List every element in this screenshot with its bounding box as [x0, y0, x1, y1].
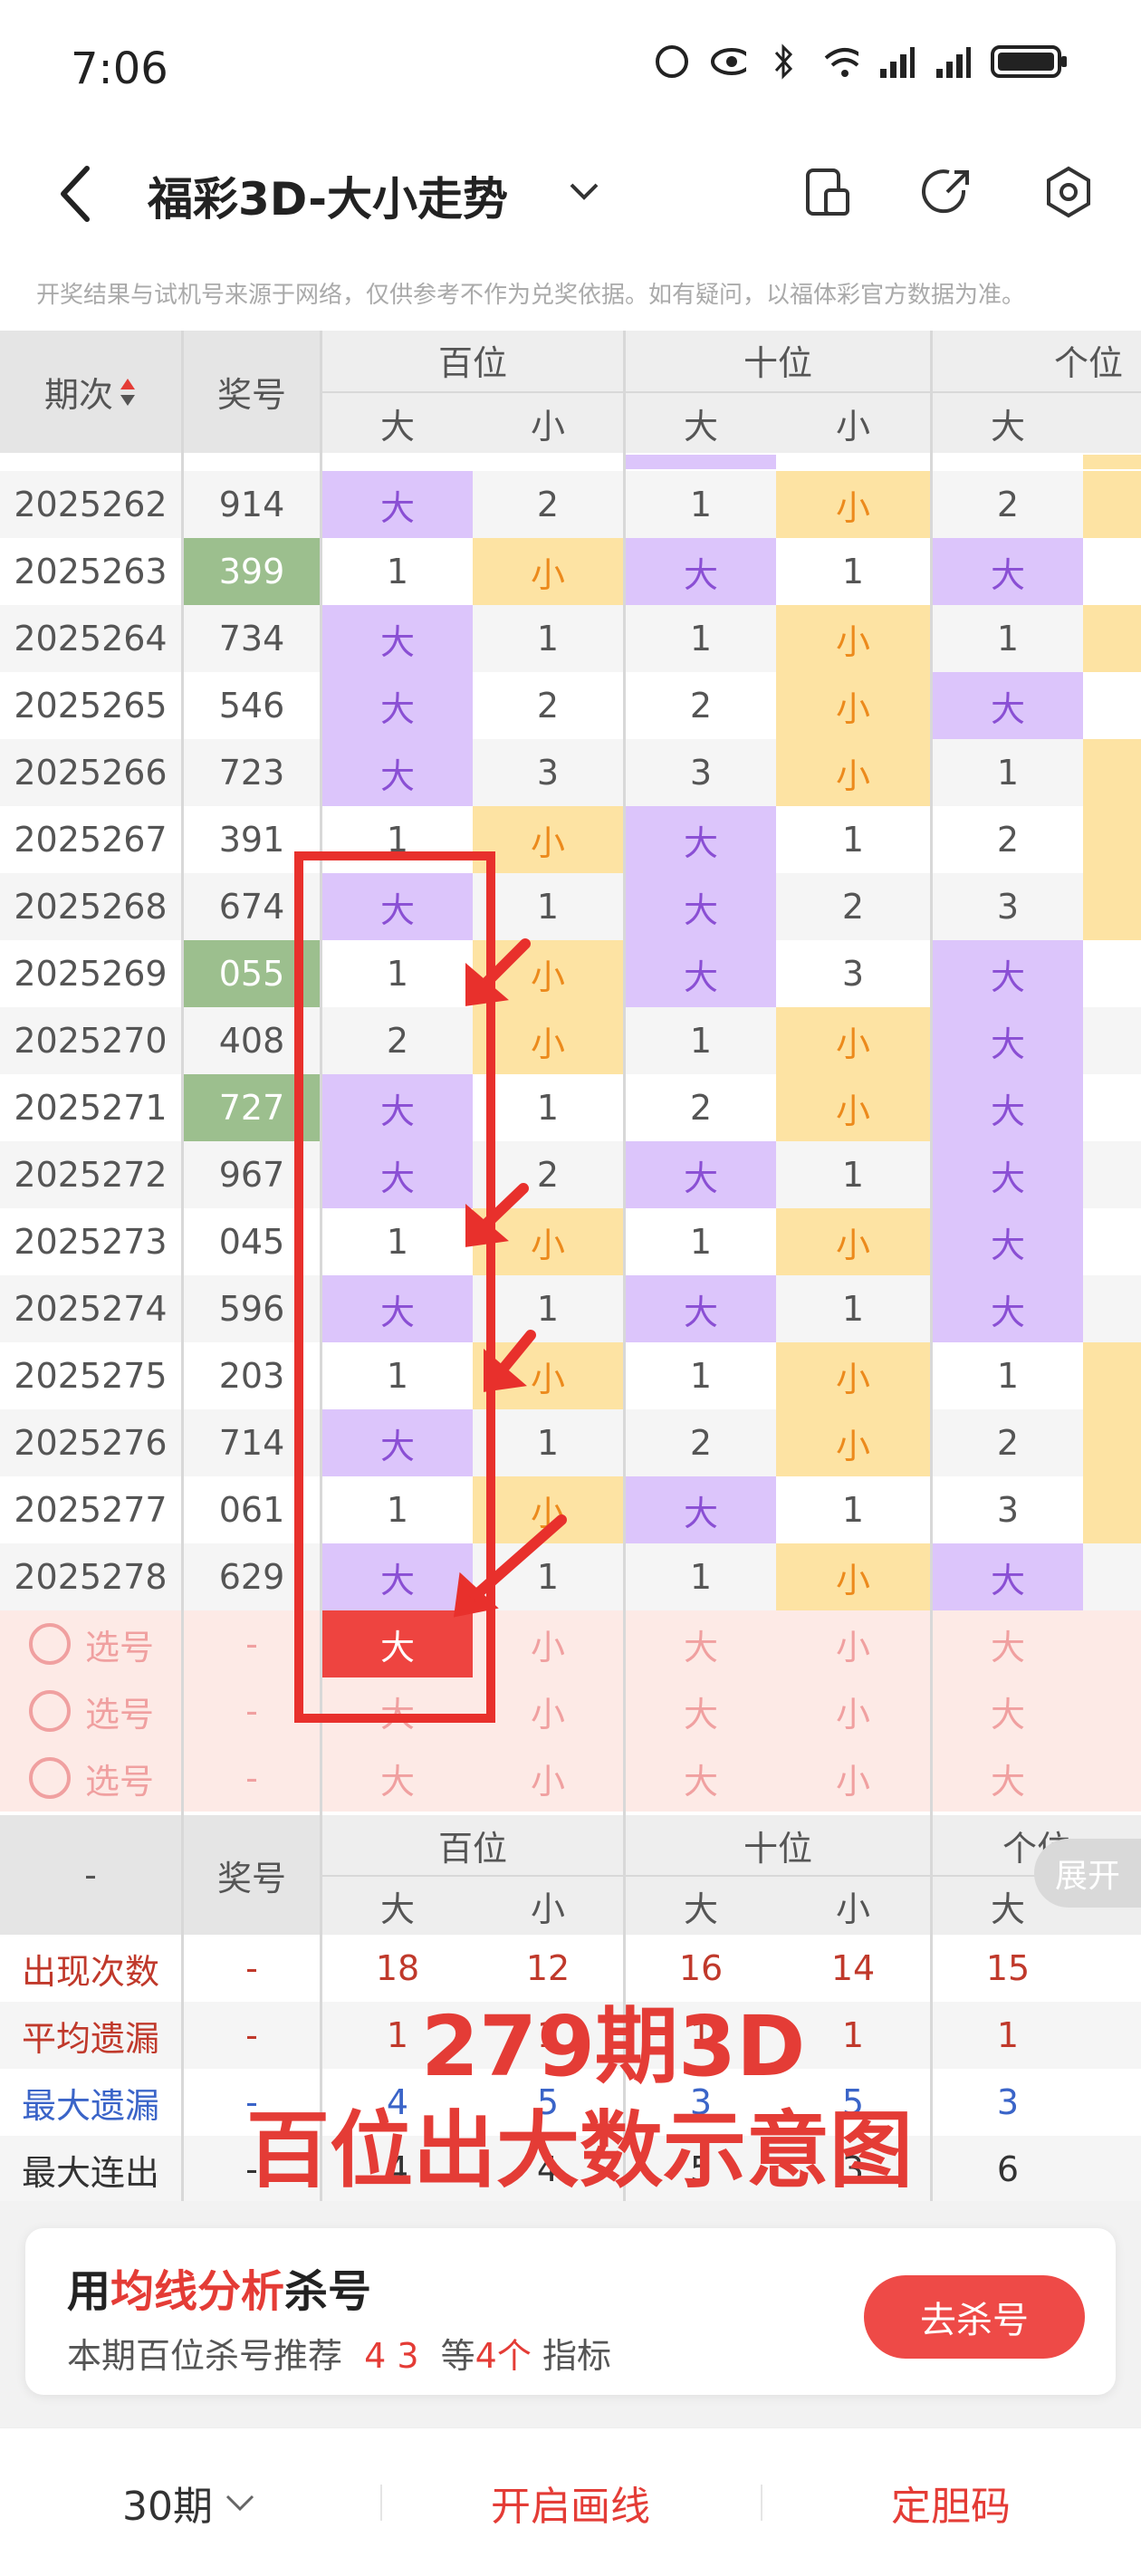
- kill-number-button[interactable]: 去杀号: [864, 2275, 1085, 2359]
- card-subtitle: 本期百位杀号推荐 4 3 等4个 指标: [67, 2328, 611, 2378]
- chevron-down-icon: [225, 2494, 254, 2512]
- divider: [761, 2485, 762, 2521]
- draw-line-button[interactable]: 开启画线: [398, 2428, 743, 2576]
- card-title: 用均线分析杀号: [67, 2255, 371, 2319]
- card-sub-count: 4个: [475, 2336, 532, 2376]
- divider: [380, 2485, 382, 2521]
- overlay-title: 279期3D: [421, 1998, 806, 2095]
- card-sub-pre: 本期百位杀号推荐: [67, 2336, 343, 2376]
- card-title-highlight: 均线分析: [110, 2266, 285, 2317]
- card-sub-nums: 4 3: [364, 2336, 419, 2376]
- period-selector[interactable]: 30期: [54, 2428, 326, 2576]
- period-selector-label: 30期: [122, 2484, 213, 2530]
- overlay-subtitle: 百位出大数示意图: [246, 2102, 914, 2199]
- dan-code-button[interactable]: 定胆码: [779, 2428, 1123, 2576]
- arrow-line: [465, 1514, 567, 1605]
- bottom-bar: 30期 开启画线 定胆码: [0, 2427, 1141, 2576]
- annotation-overlay: [294, 851, 567, 1723]
- card-sub-post: 指标: [542, 2336, 611, 2376]
- card-sub-mid: 等: [440, 2336, 475, 2376]
- card-title-pre: 用: [67, 2266, 111, 2317]
- card-title-post: 杀号: [284, 2266, 372, 2317]
- kill-number-card: 用均线分析杀号 本期百位杀号推荐 4 3 等4个 指标 去杀号: [25, 2228, 1116, 2395]
